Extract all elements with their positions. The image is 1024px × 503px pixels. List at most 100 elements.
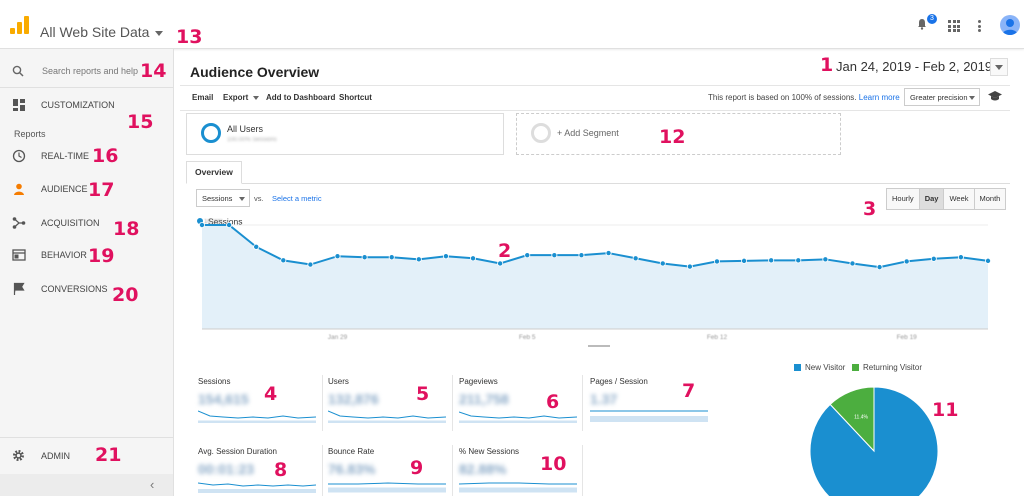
metric-select[interactable]: Sessions <box>196 189 250 207</box>
data-point <box>361 254 368 261</box>
kpi-label: % New Sessions <box>459 447 520 456</box>
annotation-12: 12 <box>659 126 686 148</box>
sidebar-item-audience[interactable]: AUDIENCE <box>0 179 173 203</box>
data-point <box>903 258 910 265</box>
granularity-toggle: Hourly Day Week Month <box>886 188 1007 210</box>
data-point <box>957 254 964 261</box>
data-point <box>334 253 341 260</box>
select-metric-link[interactable]: Select a metric <box>272 194 322 203</box>
report-tabs: Overview <box>186 161 1010 184</box>
empty-segment-ring-icon <box>531 123 551 143</box>
legend-swatch-returning <box>851 364 859 372</box>
sidebar-item-conversions[interactable]: CONVERSIONS <box>0 279 173 303</box>
kpi-sparkline <box>590 410 708 422</box>
data-point <box>388 254 395 261</box>
collapse-sidebar-button[interactable]: ‹ <box>0 474 173 496</box>
chevron-down-icon <box>252 95 259 100</box>
sessions-area <box>202 225 988 329</box>
flag-icon <box>13 282 25 295</box>
x-tick-label: Jan 29 <box>328 334 348 341</box>
precision-value: Greater precision <box>910 93 968 102</box>
account-selector[interactable]: All Web Site Data <box>40 24 164 40</box>
pie-legend: New Visitor Returning Visitor <box>794 363 922 372</box>
kpi-value: 154,615 <box>198 391 249 407</box>
kpi-sparkline <box>459 482 577 493</box>
annotation-21: 21 <box>95 444 122 466</box>
kpi-divider <box>452 445 453 496</box>
apps-grid-icon[interactable] <box>948 20 960 32</box>
annotation-9: 9 <box>410 457 424 479</box>
annotation-18: 18 <box>113 218 140 240</box>
add-segment-button[interactable]: + Add Segment 12 <box>516 113 841 155</box>
data-point <box>253 243 260 250</box>
sidebar-item-real-time[interactable]: REAL-TIME <box>0 146 173 170</box>
analytics-logo-icon[interactable] <box>10 14 32 34</box>
report-toolbar: Email Export Add to Dashboard Shortcut T… <box>180 85 1010 111</box>
data-point <box>686 263 693 270</box>
kpi-label: Sessions <box>198 377 231 386</box>
segment-ring-icon <box>201 123 221 143</box>
email-button[interactable]: Email <box>192 93 213 102</box>
data-point <box>280 257 287 264</box>
acquisition-icon <box>12 217 26 229</box>
data-point <box>605 250 612 257</box>
kpi-divider <box>322 375 323 431</box>
data-point <box>795 257 802 264</box>
precision-select[interactable]: Greater precision <box>904 88 980 106</box>
learn-more-link[interactable]: Learn more <box>859 93 900 102</box>
sidebar-search[interactable]: Search reports and help 14 <box>0 57 173 88</box>
data-point <box>822 256 829 263</box>
kpi-sparkline <box>328 410 446 423</box>
kpi-avg-session-duration[interactable]: Avg. Session Duration 00:01:23 <box>198 447 316 503</box>
admin-label: ADMIN <box>41 451 70 461</box>
search-input[interactable]: Search reports and help <box>42 66 138 76</box>
reports-heading: Reports <box>14 129 46 139</box>
sidebar-item-label: BEHAVIOR <box>41 250 87 260</box>
data-point <box>741 257 748 264</box>
date-range-dropdown[interactable] <box>990 58 1008 76</box>
export-label: Export <box>223 93 249 102</box>
segment-all-users[interactable]: All Users 100.00% Sessions <box>186 113 504 155</box>
kpi-sparkline <box>198 410 316 423</box>
chevron-left-icon: ‹ <box>150 477 155 492</box>
kpi-pageviews[interactable]: Pageviews 211,758 <box>459 377 577 433</box>
sidebar-item-admin[interactable]: ADMIN 21 <box>0 437 173 474</box>
legend-returning-visitor: Returning Visitor <box>862 363 922 372</box>
kpi-sessions[interactable]: Sessions 154,615 <box>198 377 316 433</box>
chevron-down-icon <box>155 30 164 36</box>
month-button[interactable]: Month <box>974 189 1006 209</box>
kpi-bounce-rate[interactable]: Bounce Rate 76.83% <box>328 447 446 503</box>
export-button[interactable]: Export <box>223 93 259 102</box>
sidebar-item-acquisition[interactable]: ACQUISITION <box>0 213 173 237</box>
annotation-19: 19 <box>88 245 115 267</box>
sidebar-item-label: REAL-TIME <box>41 151 90 161</box>
vs-label: vs. <box>254 194 264 203</box>
search-icon <box>12 65 24 77</box>
sidebar-item-behavior[interactable]: BEHAVIOR <box>0 245 173 269</box>
annotation-7: 7 <box>682 380 696 402</box>
annotation-1: 1 <box>820 54 834 76</box>
annotation-11: 11 <box>932 399 959 421</box>
chevron-down-icon <box>239 197 245 201</box>
x-tick-label: Feb 19 <box>897 334 918 341</box>
tab-overview[interactable]: Overview <box>186 161 242 184</box>
dashboard-icon <box>13 99 25 111</box>
shortcut-button[interactable]: Shortcut <box>339 93 372 102</box>
kpi-value: 211,758 <box>459 391 509 407</box>
sessions-line-chart[interactable]: Sessions10,0005,000Jan 29Feb 5Feb 12Feb … <box>180 217 1010 347</box>
kpi-sparkline <box>459 411 577 423</box>
data-point <box>632 255 639 262</box>
week-button[interactable]: Week <box>944 189 975 209</box>
date-range-picker[interactable]: Jan 24, 2019 - Feb 2, 2019 <box>836 59 992 74</box>
add-to-dashboard-button[interactable]: Add to Dashboard <box>266 93 335 102</box>
visitor-pie-chart[interactable]: 88.6%11.4% <box>804 381 944 496</box>
kpi-label: Bounce Rate <box>328 447 375 456</box>
avatar[interactable] <box>1000 15 1020 35</box>
chart-resize-handle <box>588 345 610 347</box>
more-vert-icon[interactable] <box>978 20 982 32</box>
graduation-cap-icon[interactable] <box>988 91 1002 101</box>
hourly-button[interactable]: Hourly <box>887 189 920 209</box>
kpi-value: 132,876 <box>328 391 379 407</box>
kpi-value: 00:01:23 <box>198 461 255 477</box>
day-button[interactable]: Day <box>919 189 945 209</box>
